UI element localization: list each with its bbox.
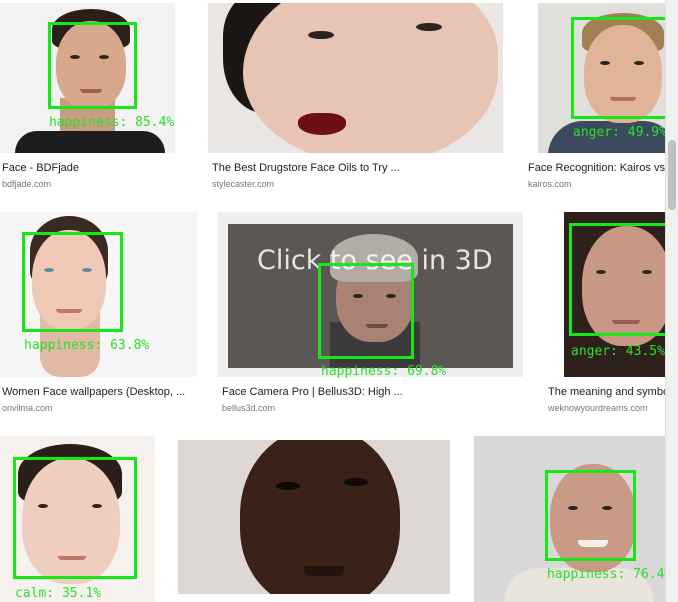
result-tile-7[interactable]: calm: 35.1% [0, 430, 165, 602]
scrollbar-thumb[interactable] [668, 140, 676, 210]
face-detection-box [13, 457, 137, 579]
emotion-label: happiness: 76.4% [547, 567, 673, 582]
result-tile-8[interactable] [178, 430, 456, 602]
result-domain[interactable]: kairos.com [528, 179, 572, 189]
eye-right [416, 23, 442, 31]
emotion-label: anger: 43.5% [571, 344, 665, 359]
face-detection-box [318, 263, 414, 359]
result-caption[interactable]: The meaning and symbo [548, 386, 669, 398]
result-tile-2[interactable]: The Best Drugstore Face Oils to Try ... … [208, 0, 508, 200]
result-tile-6[interactable]: anger: 43.5% The meaning and symbo wekno… [544, 210, 678, 415]
result-caption[interactable]: Women Face wallpapers (Desktop, ... [2, 386, 185, 398]
shirt-shape [15, 131, 165, 153]
vertical-scrollbar[interactable] [665, 0, 678, 602]
result-tile-1[interactable]: happiness: 85.4% Face - BDFjade bdfjade.… [0, 0, 200, 200]
result-domain[interactable]: weknowyourdreams.com [548, 403, 648, 413]
emotion-label: anger: 49.9% [573, 125, 667, 140]
face-detection-box [571, 17, 675, 119]
face-detection-box [569, 223, 678, 336]
result-caption[interactable]: Face - BDFjade [2, 162, 79, 174]
result-tile-5[interactable]: Click to see in 3D happiness: 69.8% Face… [218, 210, 528, 415]
result-tile-3[interactable]: anger: 49.9% Face Recognition: Kairos vs… [526, 0, 678, 200]
result-domain[interactable]: bellus3d.com [222, 403, 275, 413]
result-image-8[interactable] [178, 440, 450, 594]
face-detection-box [48, 22, 137, 109]
emotion-label: happiness: 63.8% [24, 338, 150, 353]
eye-left [308, 31, 334, 39]
result-tile-9[interactable]: happiness: 76.4% [474, 430, 678, 602]
result-tile-4[interactable]: happiness: 63.8% Women Face wallpapers (… [0, 210, 205, 415]
mouth [304, 566, 344, 576]
eye-right [344, 478, 368, 486]
result-caption[interactable]: Face Camera Pro | Bellus3D: High ... [222, 386, 403, 398]
face-detection-box [22, 232, 123, 332]
face-shape [243, 3, 498, 153]
result-domain[interactable]: bdfjade.com [2, 179, 51, 189]
result-domain[interactable]: onvilma.com [2, 403, 53, 413]
face-detection-box [545, 470, 636, 561]
emotion-label: happiness: 85.4% [49, 115, 175, 130]
result-image-2[interactable] [208, 3, 503, 153]
emotion-label: calm: 35.1% [15, 586, 102, 601]
mouth [298, 113, 346, 135]
result-caption[interactable]: The Best Drugstore Face Oils to Try ... [212, 162, 400, 174]
result-caption[interactable]: Face Recognition: Kairos vs [528, 162, 665, 174]
result-domain[interactable]: stylecaster.com [212, 179, 274, 189]
emotion-label: happiness: 69.8% [321, 364, 447, 379]
eye-left [276, 482, 300, 490]
